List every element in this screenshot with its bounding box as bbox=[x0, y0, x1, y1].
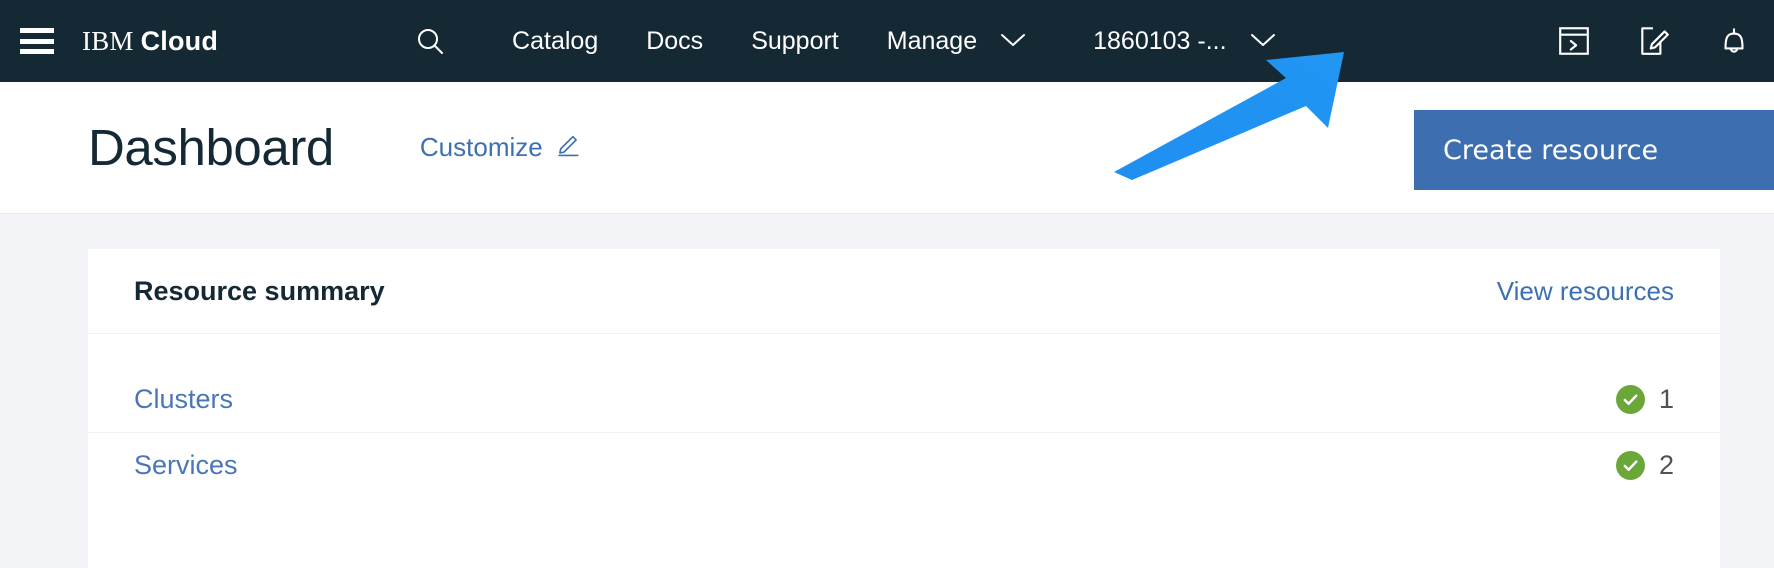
resource-summary-card: Resource summary View resources Clusters… bbox=[88, 249, 1720, 568]
chevron-down-icon bbox=[1249, 27, 1277, 56]
nav-item-support[interactable]: Support bbox=[727, 27, 863, 56]
dashboard-content: Resource summary View resources Clusters… bbox=[0, 213, 1774, 568]
page-title: Dashboard bbox=[88, 119, 334, 176]
nav-item-manage[interactable]: Manage bbox=[863, 27, 1051, 56]
search-icon[interactable] bbox=[408, 19, 452, 63]
hamburger-menu-icon[interactable] bbox=[20, 28, 54, 54]
ibm-cloud-logo[interactable]: IBM Cloud bbox=[82, 26, 218, 57]
nav-item-label: Catalog bbox=[512, 26, 599, 55]
customize-label: Customize bbox=[419, 132, 543, 162]
nav-item-label: Manage bbox=[886, 26, 978, 55]
resource-link-services[interactable]: Services bbox=[134, 450, 238, 481]
edit-document-icon[interactable] bbox=[1614, 0, 1694, 82]
nav-item-catalog[interactable]: Catalog bbox=[488, 27, 622, 56]
account-label: 1860103 -... bbox=[1093, 26, 1227, 55]
brand-prefix: IBM bbox=[82, 25, 134, 56]
checkmark-filled-icon bbox=[1615, 451, 1645, 480]
pencil-edit-icon bbox=[555, 131, 581, 164]
create-resource-button[interactable]: Create resource bbox=[1414, 110, 1774, 190]
view-resources-link[interactable]: View resources bbox=[1497, 276, 1674, 307]
brand-suffix: Cloud bbox=[140, 25, 219, 56]
card-header: Resource summary View resources bbox=[88, 249, 1720, 334]
top-header: IBM Cloud Catalog Docs Support Manage 18… bbox=[0, 0, 1774, 82]
ibm-cloud-dashboard: IBM Cloud Catalog Docs Support Manage 18… bbox=[0, 0, 1774, 568]
nav-item-docs[interactable]: Docs bbox=[622, 27, 727, 56]
nav-item-label: Docs bbox=[646, 26, 704, 55]
header-action-icons bbox=[1534, 0, 1774, 82]
nav-item-label: Support bbox=[751, 26, 839, 55]
resource-count: 2 bbox=[1658, 450, 1674, 480]
customize-dashboard-link[interactable]: Customize bbox=[420, 131, 581, 164]
resource-count: 1 bbox=[1658, 383, 1674, 414]
status-badge: 1 bbox=[1615, 383, 1674, 415]
primary-nav: Catalog Docs Support Manage 1860103 -... bbox=[408, 19, 1277, 63]
card-title: Resource summary bbox=[134, 275, 385, 306]
table-row[interactable]: Clusters 1 bbox=[88, 366, 1720, 432]
table-row[interactable]: Services 2 bbox=[88, 432, 1720, 498]
chevron-down-icon bbox=[999, 27, 1027, 56]
hamburger-bar bbox=[20, 28, 54, 33]
hamburger-bar bbox=[20, 38, 54, 44]
status-badge: 2 bbox=[1615, 450, 1674, 481]
hamburger-bar bbox=[20, 49, 54, 54]
notifications-bell-icon[interactable] bbox=[1694, 0, 1774, 82]
checkmark-filled-icon bbox=[1615, 384, 1645, 414]
cloud-shell-terminal-icon[interactable] bbox=[1534, 0, 1614, 82]
account-switcher[interactable]: 1860103 -... bbox=[1093, 27, 1276, 56]
resource-link-clusters[interactable]: Clusters bbox=[134, 384, 233, 415]
